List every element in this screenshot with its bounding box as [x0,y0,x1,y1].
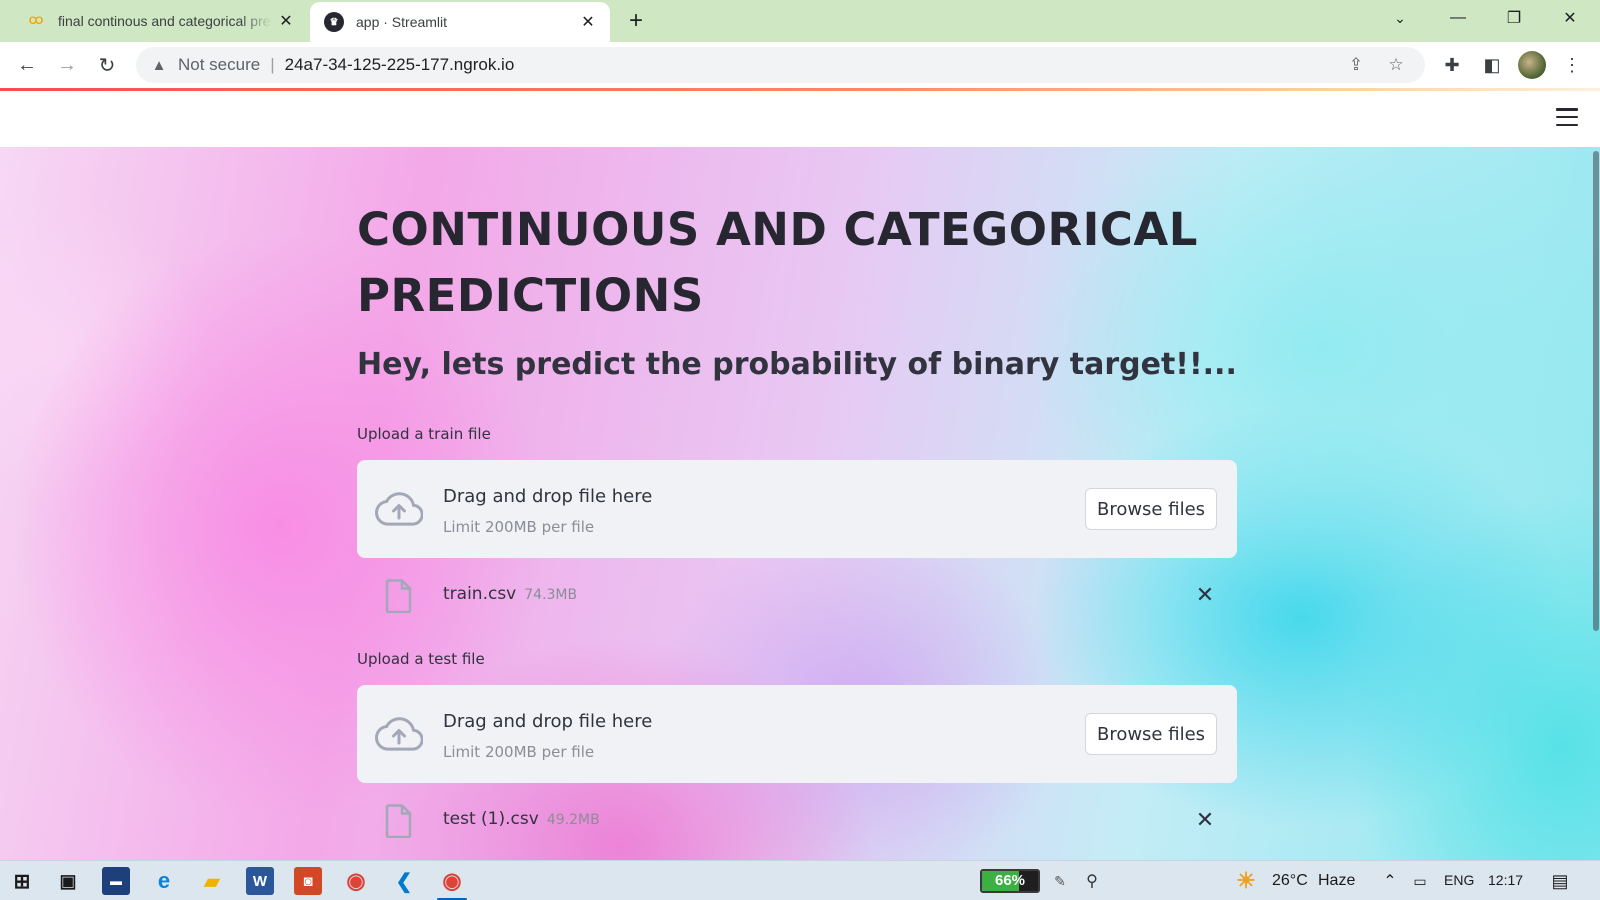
dropzone-limit: Limit 200MB per file [443,743,595,761]
new-tab-button[interactable]: + [622,7,650,35]
restore-button[interactable]: ❐ [1486,0,1542,36]
clock-time[interactable]: 12:17 [1488,872,1523,888]
window-close-button[interactable]: ✕ [1542,0,1598,36]
page-scrollbar[interactable] [1592,147,1600,860]
tab-title: final continous and categorical predicti… [58,13,272,29]
file-size: 49.2MB [546,812,600,828]
network-icon[interactable]: ▭ [1406,867,1434,895]
chevron-up-icon[interactable]: ⌃ [1376,867,1404,895]
chrome-active-icon[interactable]: ◉ [438,867,466,895]
battery-indicator[interactable]: 66% [980,869,1040,893]
tab-colab[interactable]: CO final continous and categorical predi… [8,0,308,42]
file-name-text: test (1).csv [443,809,539,829]
photos-app-icon[interactable]: ▬ [102,867,130,895]
battery-percent: 66% [994,872,1026,889]
uploaded-file-row: train.csv 74.3MB ✕ [357,571,1237,621]
weather-desc[interactable]: Haze [1318,872,1355,890]
file-icon [385,804,412,838]
minimize-button[interactable]: — [1430,0,1486,36]
chrome-icon[interactable]: ◉ [342,867,370,895]
word-icon[interactable]: W [246,867,274,895]
people-icon[interactable]: ⚲ [1078,867,1106,895]
reload-button[interactable]: ↻ [91,49,123,81]
test-dropzone[interactable]: Drag and drop file here Limit 200MB per … [357,685,1237,783]
task-view-icon[interactable]: ▣ [54,867,82,895]
file-name-text: train.csv [443,584,517,604]
streamlit-icon: ♛ [324,12,344,32]
dropzone-instructions: Drag and drop file here [443,711,653,732]
train-dropzone[interactable]: Drag and drop file here Limit 200MB per … [357,460,1237,558]
scrollbar-thumb[interactable] [1593,151,1599,631]
remove-file-close-icon[interactable]: ✕ [1191,581,1219,609]
uploaded-file-row: test (1).csv 49.2MB ✕ [357,796,1237,846]
file-explorer-icon[interactable]: ▰ [198,867,226,895]
weather-temp[interactable]: 26°C [1272,872,1308,890]
page-subtitle: Hey, lets predict the probability of bin… [357,347,1237,382]
page-title: CONTINUOUS AND CATEGORICAL PREDICTIONS [357,203,1198,322]
chrome-menu-icon[interactable]: ⋮ [1556,49,1588,81]
colab-icon: CO [28,15,44,27]
tab-strip: CO final continous and categorical predi… [0,0,1600,42]
remove-file-close-icon[interactable]: ✕ [1191,806,1219,834]
address-separator: | [270,55,275,74]
cloud-upload-icon [375,717,423,751]
warning-icon[interactable]: ▲ [150,56,168,74]
file-size: 74.3MB [524,587,578,603]
edge-icon[interactable]: e [150,867,178,895]
browse-files-button[interactable]: Browse files [1085,713,1217,755]
notification-icon[interactable]: ▤ [1546,867,1574,895]
dropzone-instructions: Drag and drop file here [443,486,653,507]
windows-start-icon[interactable]: ⊞ [8,867,36,895]
app-header [0,91,1600,147]
close-icon[interactable]: ✕ [574,8,602,36]
share-icon[interactable]: ⇪ [1340,47,1372,83]
star-icon[interactable]: ☆ [1380,47,1412,83]
file-icon [385,579,412,613]
dropzone-limit: Limit 200MB per file [443,518,595,536]
browse-files-button[interactable]: Browse files [1085,488,1217,530]
tab-title: app · Streamlit [356,14,448,30]
vscode-icon[interactable]: ❮ [390,867,418,895]
browser-toolbar: ← → ↻ ▲ Not secure | 24a7-34-125-225-177… [0,42,1600,88]
file-name: test (1).csv 49.2MB [443,809,600,829]
forward-button[interactable]: → [51,49,83,81]
app-orange-icon[interactable]: ◙ [294,867,322,895]
url-text[interactable]: 24a7-34-125-225-177.ngrok.io [285,55,515,75]
language-indicator[interactable]: ENG [1444,872,1474,888]
avatar [1518,51,1546,79]
back-button[interactable]: ← [11,49,43,81]
streamlit-app: CONTINUOUS AND CATEGORICAL PREDICTIONS H… [0,91,1600,860]
cloud-upload-icon [375,492,423,526]
train-uploader-label: Upload a train file [357,425,491,443]
hamburger-menu-icon[interactable] [1556,108,1578,126]
weather-haze-icon[interactable]: ☀ [1232,867,1260,895]
address-bar[interactable]: ▲ Not secure | 24a7-34-125-225-177.ngrok… [136,47,1425,83]
file-name: train.csv 74.3MB [443,584,577,604]
close-icon[interactable]: ✕ [272,7,300,35]
extensions-icon[interactable]: ✚ [1436,49,1468,81]
tab-streamlit[interactable]: ♛ app · Streamlit ✕ [310,2,610,42]
profile-avatar[interactable] [1516,49,1548,81]
test-uploader-label: Upload a test file [357,650,485,668]
security-label[interactable]: Not secure [178,55,260,75]
tab-search-chevron-icon[interactable]: ⌄ [1370,0,1430,36]
side-panel-icon[interactable]: ◧ [1476,49,1508,81]
pen-icon[interactable]: ✎ [1046,867,1074,895]
taskbar: ⊞ ▣ ▬ e ▰ W ◙ ◉ ❮ ◉ 66% ✎ ⚲ ☀ 26°C Haze … [0,860,1600,900]
